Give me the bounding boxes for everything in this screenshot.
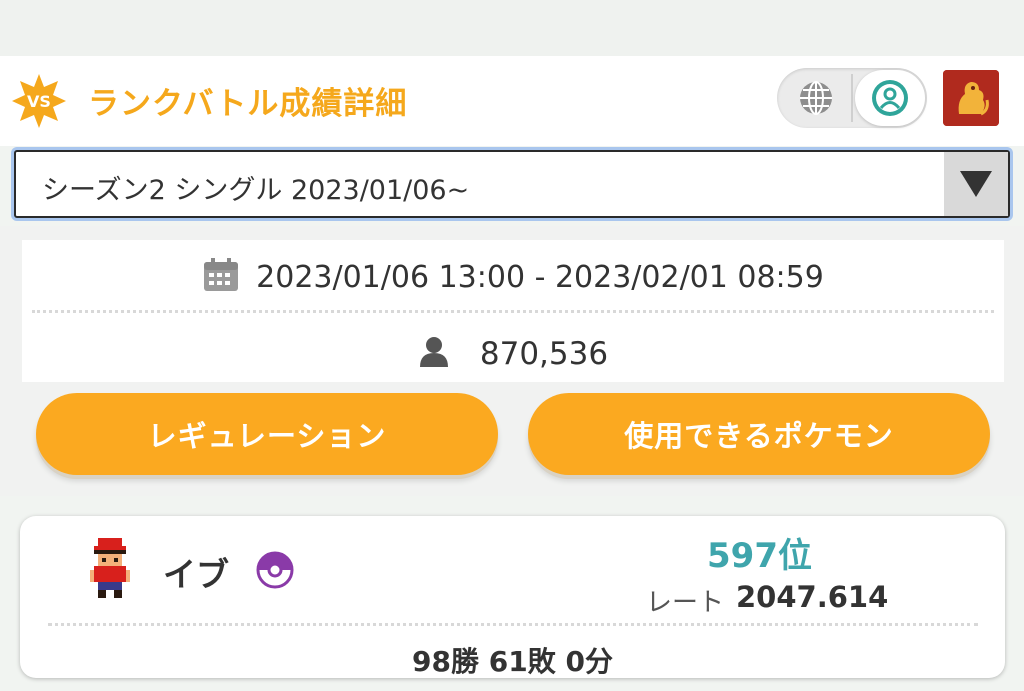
rank-value: 597位 xyxy=(707,536,812,576)
top-status-area xyxy=(0,0,1024,56)
user-circle-icon[interactable] xyxy=(855,70,925,126)
battle-result-card: イブ 597位 レート 2047.614 98勝 61敗 0分 xyxy=(20,516,1005,678)
season-period: 2023/01/06 13:00 - 2023/02/01 08:59 xyxy=(256,259,824,295)
calendar-icon xyxy=(202,257,240,297)
season-period-row: 2023/01/06 13:00 - 2023/02/01 08:59 xyxy=(22,256,1004,298)
dotted-divider xyxy=(48,623,978,626)
rate-value: 2047.614 xyxy=(736,580,889,614)
season-info-card: 2023/01/06 13:00 - 2023/02/01 08:59 870,… xyxy=(22,240,1004,382)
regulation-button[interactable]: レギュレーション xyxy=(36,393,498,475)
season-select[interactable]: シーズン2 シングル 2023/01/06~ xyxy=(14,150,1010,218)
trainer-avatar xyxy=(82,538,138,598)
season-select-value: シーズン2 シングル 2023/01/06~ xyxy=(42,175,470,206)
vs-badge-text: VS xyxy=(27,92,51,111)
toggle-divider xyxy=(851,74,853,122)
win-loss-record: 98勝 61敗 0分 xyxy=(412,645,613,678)
globe-icon[interactable] xyxy=(789,80,843,116)
usable-pokemon-button[interactable]: 使用できるポケモン xyxy=(528,393,990,475)
view-toggle[interactable] xyxy=(777,68,927,128)
page-title: ランクバトル成績詳細 xyxy=(88,86,408,122)
master-ball-icon xyxy=(256,551,294,589)
player-count: 870,536 xyxy=(479,336,609,372)
dotted-divider xyxy=(32,310,994,313)
profile-pokemon-thumbnail[interactable] xyxy=(943,70,999,126)
players-row: 870,536 xyxy=(22,332,1004,376)
vs-badge-icon: VS xyxy=(11,73,67,129)
trainer-name: イブ xyxy=(163,555,229,594)
person-icon xyxy=(418,335,450,373)
chevron-down-icon[interactable] xyxy=(944,152,1008,216)
rate-label: レート xyxy=(646,588,725,618)
